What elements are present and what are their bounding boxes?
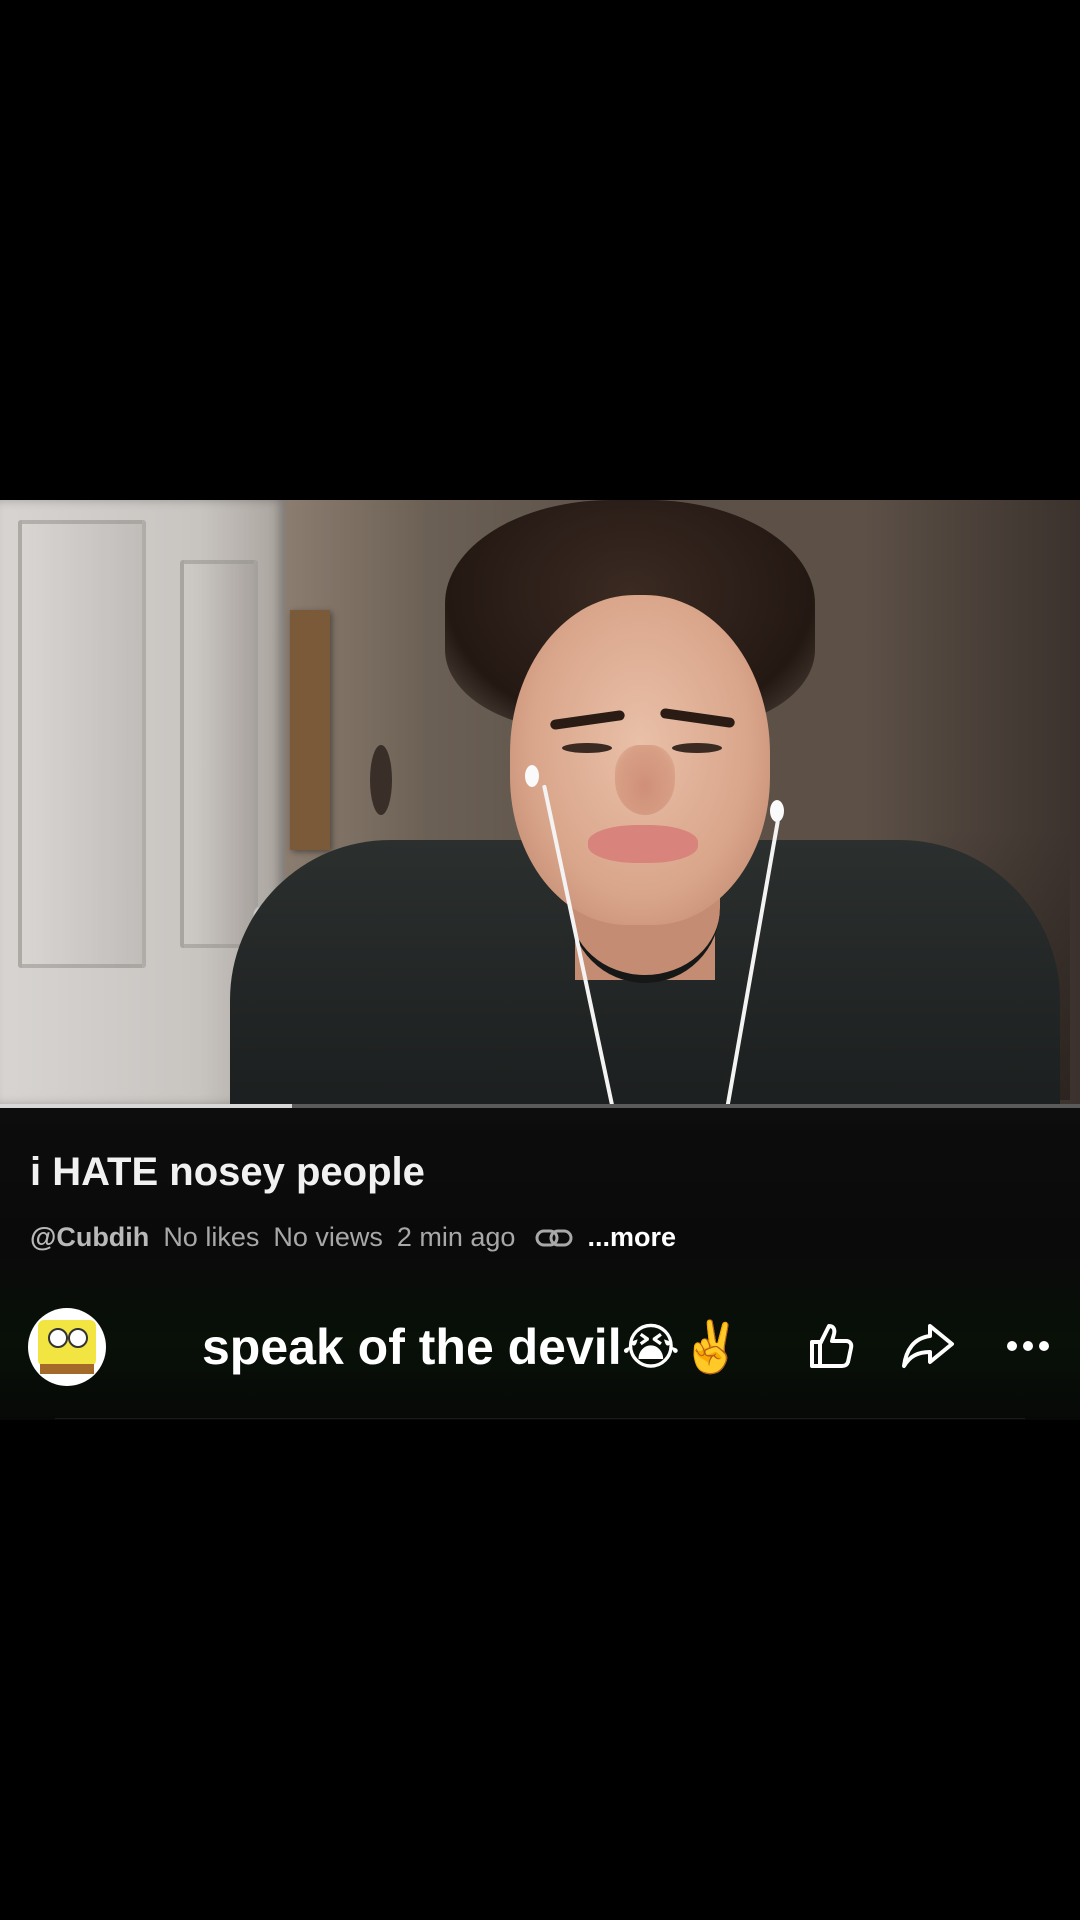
video-metadata: @Cubdih No likes No views 2 min ago ...m… (30, 1222, 690, 1253)
divider (55, 1418, 1025, 1419)
video-player[interactable] (0, 500, 1080, 1105)
like-count: No likes (163, 1222, 260, 1252)
upload-time: 2 min ago (396, 1222, 516, 1252)
view-count: No views (273, 1222, 383, 1252)
screen: i HATE nosey people @Cubdih No likes No … (0, 0, 1080, 1920)
more-description-link[interactable]: ...more (587, 1222, 676, 1253)
video-title[interactable]: i HATE nosey people (30, 1150, 425, 1195)
bottom-bar: speak of the devil😭✌️ (0, 1298, 1080, 1408)
more-horizontal-icon[interactable] (998, 1316, 1058, 1376)
video-info-panel: i HATE nosey people @Cubdih No likes No … (0, 1108, 1080, 1420)
channel-handle[interactable]: @Cubdih (30, 1222, 149, 1253)
link-icon[interactable] (535, 1226, 573, 1250)
avatar[interactable] (28, 1308, 106, 1386)
share-icon[interactable] (898, 1316, 958, 1376)
video-subject (230, 500, 1080, 1105)
caption-text: speak of the devil😭✌️ (202, 1319, 743, 1375)
thumbs-up-icon[interactable] (800, 1316, 860, 1376)
